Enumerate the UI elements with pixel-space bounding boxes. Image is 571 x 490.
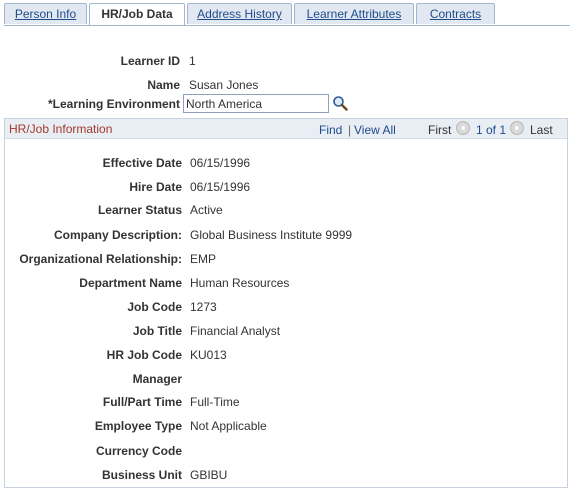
job-code-value: 1273 [190, 300, 217, 314]
effective-date-value: 06/15/1996 [190, 156, 251, 170]
manager-label: Manager [132, 372, 182, 386]
tab-contracts[interactable]: Contracts [416, 3, 495, 24]
record-range: 1 of 1 [476, 123, 507, 137]
learner-id-value: 1 [189, 54, 196, 68]
tab-underline [4, 25, 570, 26]
department-name-value: Human Resources [190, 276, 290, 290]
full-part-time-value: Full-Time [190, 395, 240, 409]
tab-hr-job-data[interactable]: HR/Job Data [89, 3, 185, 26]
department-name-label: Department Name [79, 276, 182, 290]
find-link[interactable]: Find [319, 123, 342, 137]
section-header: HR/Job Information Find | View All First… [5, 119, 567, 139]
nav-separator: | [348, 123, 352, 137]
name-value: Susan Jones [189, 78, 259, 92]
learning-environment-input[interactable] [183, 94, 329, 113]
job-title-value: Financial Analyst [190, 324, 281, 338]
previous-arrow-icon[interactable] [456, 121, 470, 135]
hr-job-code-value: KU013 [190, 348, 227, 362]
organizational-relationship-value: EMP [190, 252, 217, 266]
learner-status-value: Active [190, 203, 223, 217]
job-code-label: Job Code [127, 300, 182, 314]
last-label: Last [530, 123, 553, 137]
business-unit-label: Business Unit [101, 468, 182, 482]
learner-status-label: Learner Status [97, 203, 182, 217]
view-all-link[interactable]: View All [354, 123, 396, 137]
hr-job-code-label: HR Job Code [106, 348, 182, 362]
business-unit-value: GBIBU [190, 468, 228, 482]
full-part-time-label: Full/Part Time [102, 395, 182, 409]
employee-type-value: Not Applicable [190, 419, 267, 433]
company-description-label: Company Description: [53, 228, 182, 242]
tab-person-info[interactable]: Person Info [4, 3, 87, 24]
learner-id-label: Learner ID [120, 54, 180, 68]
effective-date-label: Effective Date [102, 156, 182, 170]
tab-address-history[interactable]: Address History [187, 3, 292, 24]
tab-learner-attributes[interactable]: Learner Attributes [294, 3, 414, 24]
name-label: Name [147, 78, 180, 92]
section-title: HR/Job Information [9, 122, 113, 136]
hire-date-value: 06/15/1996 [190, 180, 251, 194]
job-title-label: Job Title [132, 324, 182, 338]
first-label: First [428, 123, 452, 137]
magnifier-icon[interactable] [332, 95, 348, 111]
hire-date-label: Hire Date [129, 180, 182, 194]
organizational-relationship-label: Organizational Relationship: [19, 252, 182, 266]
company-description-value: Global Business Institute 9999 [190, 228, 353, 242]
next-arrow-icon[interactable] [510, 121, 524, 135]
currency-code-label: Currency Code [95, 444, 182, 458]
learning-environment-label: *Learning Environment [47, 97, 180, 111]
employee-type-label: Employee Type [94, 419, 182, 433]
tab-bar: Person Info HR/Job Data Address History … [4, 3, 570, 26]
